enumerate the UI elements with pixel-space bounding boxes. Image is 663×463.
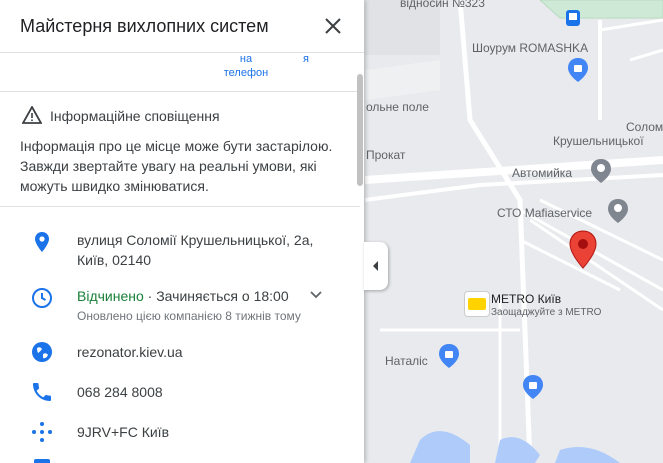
place-title: Майстерня вихлопних систем [20,16,269,36]
notice-text: Інформація про це місце може бути застар… [20,138,333,194]
panel-header: Майстерня вихлопних систем [0,0,364,53]
open-status: Відчинено [77,288,144,304]
metro-logo-icon[interactable] [464,291,490,317]
hours-row[interactable]: Відчинено · Зачиняється о 18:00 Оновлено… [0,284,360,324]
location-pin-icon[interactable] [590,158,612,184]
location-icon [35,232,49,252]
shopping-pin-icon[interactable] [567,57,589,83]
shopping-pin-icon[interactable] [438,343,460,369]
clock-icon [32,288,52,308]
next-row-icon [34,459,50,463]
address-row[interactable]: вулиця Соломії Крушельницької, 2а, Київ,… [0,228,360,272]
shopping-pin-icon[interactable] [522,374,544,400]
map-label-prokat: Прокат [366,148,406,162]
notice-title: Інформаційне сповіщення [50,108,220,124]
website-row[interactable]: rezonator.kiev.ua [0,340,360,366]
updated-text: Оновлено цією компанією 8 тижнів тому [77,309,301,323]
send-to-phone-label[interactable]: на телефон [221,52,271,80]
map-label-metro[interactable]: METRO Київ [491,292,561,306]
location-pin-icon[interactable] [607,198,629,224]
map-label-field: ольне поле [366,100,429,114]
bus-stop-icon[interactable] [566,10,580,26]
phone-text: 068 284 8008 [77,384,163,400]
plus-code-text: 9JRV+FC Київ [77,424,170,440]
close-button[interactable] [320,13,346,39]
globe-icon [32,342,52,362]
phone-row[interactable]: 068 284 8008 [0,380,360,406]
action-label-right[interactable]: я [296,52,316,66]
map-label-solom: Солом [626,120,663,134]
chevron-left-icon [373,261,378,271]
hours-status: Відчинено · Зачиняється о 18:00 [77,286,289,306]
website-text: rezonator.kiev.ua [77,344,183,360]
map-label-sto[interactable]: СТО Mafiaservice [497,206,592,220]
close-icon [325,18,341,34]
map-label-natalis[interactable]: Наталіс [385,354,428,368]
divider [0,206,360,207]
place-panel: Майстерня вихлопних систем на телефон я … [0,0,364,463]
collapse-panel-button[interactable] [364,242,388,290]
selected-place-pin-icon[interactable] [568,230,598,270]
plus-code-icon [32,422,52,442]
panel-scrollbar[interactable] [357,74,363,186]
plus-code-row[interactable]: 9JRV+FC Київ [0,420,360,446]
map-label-kruschel: Крушельницької [553,134,644,148]
map-label-showroom[interactable]: Шоурум ROMASHKA [472,41,588,55]
phone-icon [33,383,51,401]
address-text: вулиця Соломії Крушельницької, 2а, Київ,… [77,232,314,268]
warning-icon [22,106,42,124]
chevron-down-icon[interactable] [309,290,323,300]
closing-time: · Зачиняється о 18:00 [143,288,289,304]
divider [0,91,360,92]
action-buttons-row: на телефон я [0,52,360,90]
map-label-metro-sub: Заощаджуйте з METRO [491,307,602,318]
map-label-top: відносин №323 [400,0,485,10]
map-label-carwash[interactable]: Автомийка [512,166,572,180]
